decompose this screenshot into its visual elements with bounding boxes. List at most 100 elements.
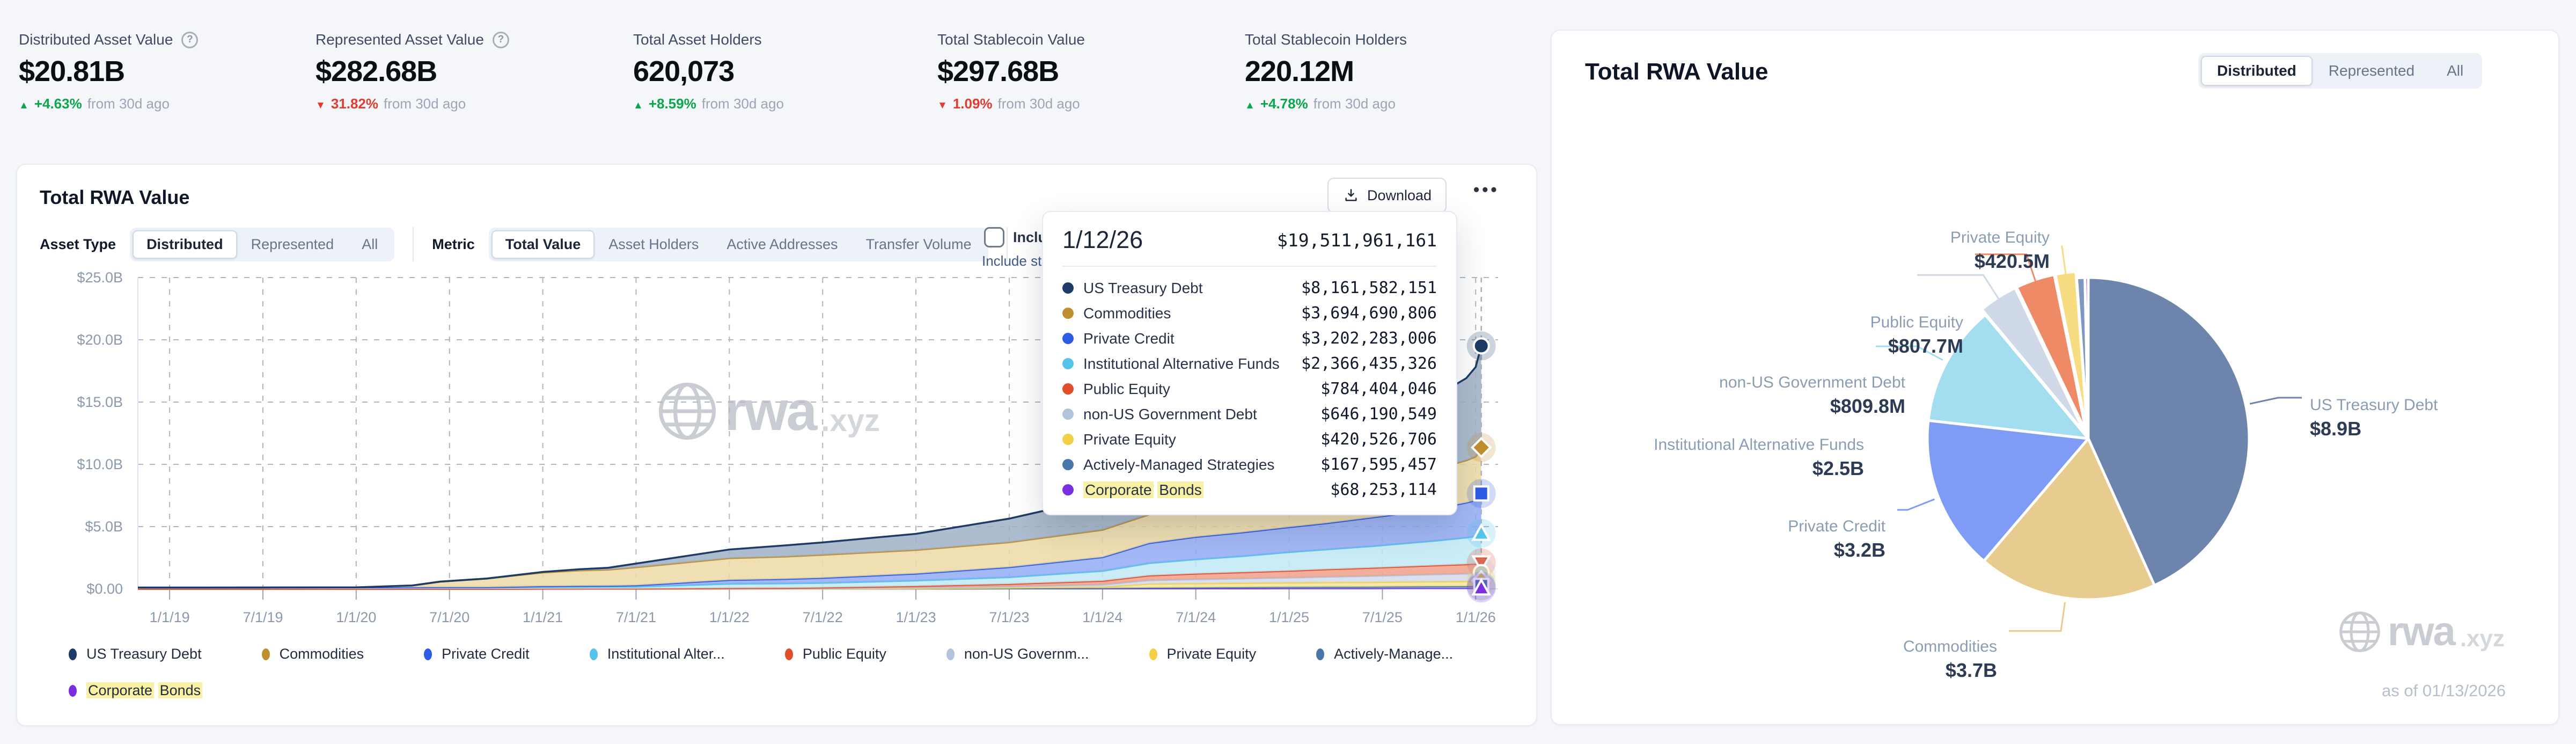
tooltip-total: $19,511,961,161 (1277, 230, 1437, 251)
total-rwa-value-chart-card: Total RWA Value Download ••• Asset Type … (16, 164, 1537, 726)
metric-option-active-addresses[interactable]: Active Addresses (713, 230, 852, 259)
svg-text:$10.0B: $10.0B (77, 456, 123, 472)
as-of-date: as of 01/13/2026 (2382, 681, 2506, 701)
legend-item-commodities[interactable]: Commodities (262, 646, 364, 662)
divider (1062, 266, 1437, 267)
series-color-dot (1062, 282, 1074, 294)
stat-label: Total Stablecoin Holders (1245, 31, 1407, 48)
metric-option-total-value[interactable]: Total Value (491, 230, 595, 259)
watermark-name: rwa (724, 383, 816, 439)
download-button[interactable]: Download (1327, 178, 1447, 213)
legend-item-institutional-alternative-funds[interactable]: Institutional Alter... (590, 646, 725, 662)
stat-value: 220.12M (1245, 55, 1407, 88)
legend-color-dot (69, 648, 77, 660)
include-stablecoins-checkbox[interactable] (984, 227, 1004, 247)
tooltip-row-actively-managed-strategies: Actively-Managed Strategies$167,595,457 (1062, 452, 1437, 477)
legend-item-public-equity[interactable]: Public Equity (785, 646, 886, 662)
tooltip-row-corporate-bonds: Corporate Bonds$68,253,114 (1062, 477, 1437, 502)
series-color-dot (1062, 434, 1074, 445)
svg-text:1/1/21: 1/1/21 (523, 609, 563, 625)
legend-color-dot (262, 648, 270, 660)
svg-text:1/1/24: 1/1/24 (1082, 609, 1122, 625)
help-icon[interactable]: ? (493, 32, 509, 48)
rwa-dashboard: Distributed Asset Value ? $20.81B ▲+4.63… (0, 0, 2576, 744)
tooltip-row-us-treasury-debt: US Treasury Debt$8,161,582,151 (1062, 275, 1437, 301)
tooltip-row-private-equity: Private Equity$420,526,706 (1062, 427, 1437, 452)
legend-item-corporate-bonds[interactable]: Corporate Bonds (69, 682, 202, 699)
pie-label-commodities: Commodities $3.7B (1903, 637, 1997, 681)
rwa-watermark: rwa .xyz (656, 380, 880, 443)
svg-text:$0.00: $0.00 (86, 581, 123, 597)
delta-period: from 30d ago (1313, 96, 1396, 112)
stat-label: Represented Asset Value (315, 31, 484, 48)
trend-up-icon: ▲ (19, 100, 29, 112)
svg-text:1/1/23: 1/1/23 (896, 609, 936, 625)
pie-label-public-equity: Public Equity $807.7M (1870, 313, 1963, 357)
download-label: Download (1367, 187, 1432, 204)
pie-label-non-us-government-debt: non-US Government Debt $809.8M (1719, 373, 1905, 417)
series-color-dot (1062, 484, 1074, 495)
trend-up-icon: ▲ (1245, 100, 1255, 112)
metric-option-transfer-volume[interactable]: Transfer Volume (852, 230, 985, 259)
delta-pct: 31.82% (331, 96, 378, 112)
more-menu-icon[interactable]: ••• (1473, 180, 1500, 200)
svg-text:1/1/20: 1/1/20 (336, 609, 376, 625)
chart-legend-row-1: US Treasury Debt Commodities Private Credi… (69, 646, 1453, 662)
legend-item-private-equity[interactable]: Private Equity (1149, 646, 1257, 662)
tooltip-row-institutional-alternative-funds: Institutional Alternative Funds$2,366,43… (1062, 351, 1437, 376)
divider (413, 227, 414, 261)
legend-color-dot (785, 648, 793, 660)
svg-text:1/1/26: 1/1/26 (1456, 609, 1496, 625)
metric-segmented-control: Total Value Asset Holders Active Address… (489, 228, 988, 261)
metric-label: Metric (432, 236, 475, 253)
pie-label-us-treasury-debt: US Treasury Debt $8.9B (2310, 396, 2438, 440)
download-icon (1342, 187, 1360, 204)
svg-text:$20.0B: $20.0B (77, 332, 123, 348)
legend-color-dot (590, 648, 598, 660)
svg-text:7/1/21: 7/1/21 (616, 609, 656, 625)
legend-color-dot (946, 648, 955, 660)
delta-period: from 30d ago (998, 96, 1080, 112)
delta-pct: 1.09% (953, 96, 993, 112)
globe-icon (656, 380, 719, 443)
tooltip-row-private-credit: Private Credit$3,202,283,006 (1062, 326, 1437, 351)
delta-period: from 30d ago (384, 96, 466, 112)
tooltip-row-public-equity: Public Equity$784,404,046 (1062, 376, 1437, 402)
asset-type-label: Asset Type (40, 236, 116, 253)
legend-item-actively-managed-strategies[interactable]: Actively-Manage... (1316, 646, 1453, 662)
stat-value: $282.68B (315, 55, 509, 88)
chart-legend-row-2: Corporate Bonds (69, 682, 202, 699)
pie-label-private-credit: Private Credit $3.2B (1788, 517, 1885, 561)
legend-item-us-treasury-debt[interactable]: US Treasury Debt (69, 646, 202, 662)
delta-pct: +4.78% (1260, 96, 1308, 112)
delta-period: from 30d ago (87, 96, 170, 112)
help-icon[interactable]: ? (181, 32, 198, 48)
stat-value: 620,073 (633, 55, 784, 88)
svg-text:7/1/20: 7/1/20 (429, 609, 469, 625)
legend-item-private-credit[interactable]: Private Credit (424, 646, 530, 662)
svg-text:$15.0B: $15.0B (77, 394, 123, 410)
legend-color-dot (1149, 648, 1157, 660)
asset-type-option-all[interactable]: All (348, 230, 392, 259)
svg-text:7/1/25: 7/1/25 (1362, 609, 1403, 625)
series-color-dot (1062, 358, 1074, 369)
tooltip-row-non-us-government-debt: non-US Government Debt$646,190,549 (1062, 402, 1437, 427)
series-color-dot (1062, 383, 1074, 395)
svg-text:7/1/23: 7/1/23 (989, 609, 1029, 625)
delta-pct: +4.63% (34, 96, 82, 112)
pie-chart[interactable] (1552, 31, 2560, 726)
trend-down-icon: ▼ (315, 100, 326, 112)
stat-value: $20.81B (19, 55, 198, 88)
svg-text:$25.0B: $25.0B (77, 269, 123, 286)
total-rwa-value-pie-card: Total RWA Value Distributed Represented … (1551, 30, 2559, 725)
svg-text:7/1/22: 7/1/22 (803, 609, 843, 625)
pie-label-private-equity: Private Equity $420.5M (1950, 228, 2050, 272)
metric-option-asset-holders[interactable]: Asset Holders (595, 230, 713, 259)
asset-type-option-represented[interactable]: Represented (237, 230, 348, 259)
stat-represented-asset-value: Represented Asset Value ? $282.68B ▼ 31.8… (315, 31, 509, 112)
pie-label-institutional-alternative-funds: Institutional Alternative Funds $2.5B (1654, 435, 1864, 479)
delta-period: from 30d ago (702, 96, 784, 112)
asset-type-option-distributed[interactable]: Distributed (133, 230, 237, 259)
watermark-tld: .xyz (821, 405, 880, 436)
legend-item-non-us-government-debt[interactable]: non-US Governm... (946, 646, 1089, 662)
